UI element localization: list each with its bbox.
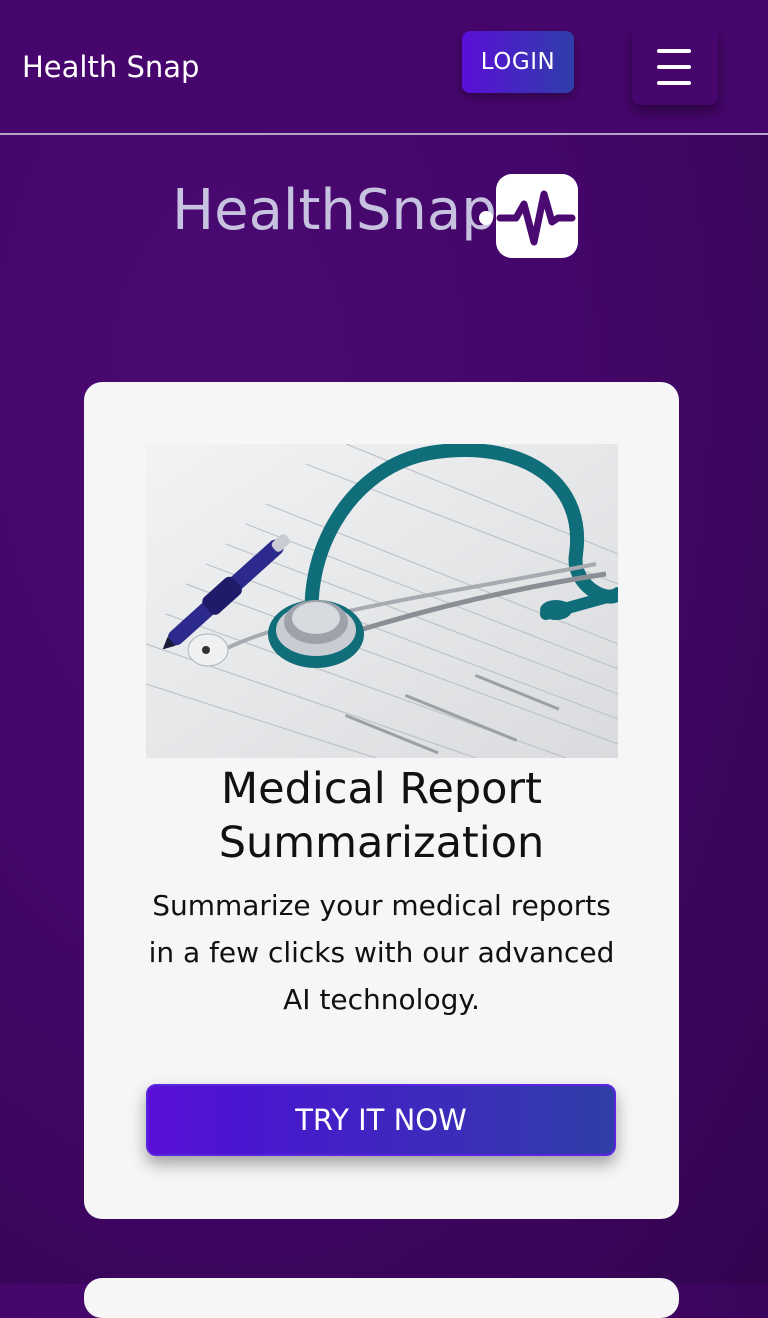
next-card-edge [84, 1278, 679, 1318]
login-button[interactable]: LOGIN [462, 31, 574, 93]
card-description: Summarize your medical reports in a few … [148, 889, 615, 1016]
logo-text: HealthSnap [172, 178, 497, 243]
try-it-now-button[interactable]: TRY IT NOW [146, 1084, 616, 1156]
card-title: Medical Report Summarization [218, 764, 545, 868]
navbar: Health Snap LOGIN [0, 0, 768, 135]
brand-name[interactable]: Health Snap [22, 50, 199, 84]
stethoscope-image [145, 443, 625, 762]
menu-button[interactable] [632, 29, 718, 105]
heartbeat-pulse-icon [476, 172, 580, 264]
feature-card: Medical Report Summarization Summarize y… [84, 382, 679, 1219]
